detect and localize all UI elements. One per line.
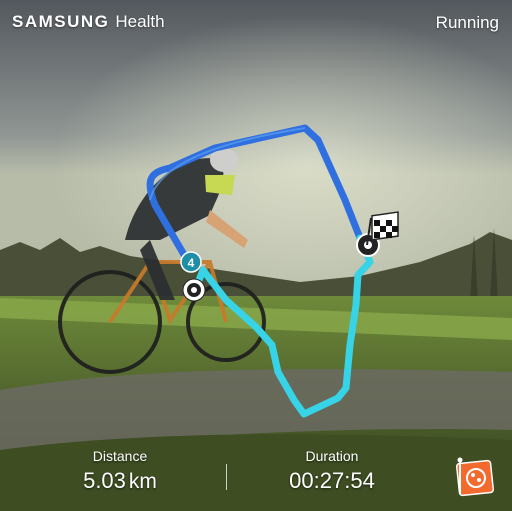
route-path-dark [146,124,364,269]
distance-stat: Distance 5.03 km [40,448,200,494]
route-path-light [192,234,374,418]
share-sticker-button[interactable] [452,456,498,498]
lap-marker: 4 [180,251,202,273]
duration-label: Duration [305,448,359,464]
distance-value: 5.03 [83,468,126,493]
distance-value-row: 5.03 km [40,468,200,494]
lap-marker-label: 4 [188,256,195,270]
duration-value: 00:27:54 [289,468,375,493]
start-marker [182,278,206,302]
finish-flag-icon [356,211,399,257]
workout-share-screen: SAMSUNG Health Running 4 Distance 5.03 k… [0,0,512,511]
distance-label: Distance [92,448,148,464]
route-map: 4 [146,124,399,418]
duration-stat: Duration 00:27:54 [252,448,412,494]
share-sticker-icon [455,457,495,497]
distance-unit: km [128,470,157,493]
workout-stats: Distance 5.03 km Duration 00:27:54 [0,440,512,511]
stats-divider [226,464,227,490]
